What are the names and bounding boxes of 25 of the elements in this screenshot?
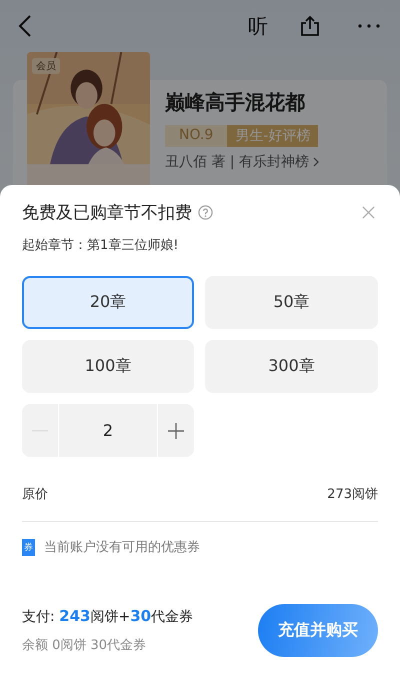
chapter-option[interactable]: 50章	[205, 276, 378, 329]
sheet-title: 免费及已购章节不扣费	[22, 202, 192, 224]
chevron-icon	[313, 157, 320, 167]
chapter-option[interactable]: 300章	[205, 340, 378, 393]
pay-summary: 支付: 243阅饼+30代金券	[22, 607, 194, 626]
book-title: 巅峰高手混花都	[165, 89, 305, 116]
plus-icon	[168, 422, 184, 438]
more-icon[interactable]	[358, 24, 380, 28]
author-line[interactable]: 丑八佰 著 | 有乐封神榜	[165, 153, 310, 171]
balance-text: 余额 0阅饼 30代金券	[22, 637, 148, 654]
share-icon[interactable]	[300, 15, 320, 37]
quantity-value[interactable]: 2	[58, 404, 158, 457]
chapter-option[interactable]: 100章	[22, 340, 194, 393]
close-icon[interactable]	[362, 206, 375, 219]
back-icon[interactable]	[18, 14, 32, 38]
listen-button[interactable]: 听	[248, 12, 268, 40]
help-icon[interactable]	[198, 205, 213, 220]
member-badge: 会员	[32, 58, 60, 74]
coupon-icon: 券	[22, 538, 35, 556]
price-value: 273阅饼	[327, 486, 378, 503]
coupon-text: 当前账户没有可用的优惠券	[44, 539, 200, 556]
price-label: 原价	[22, 486, 48, 503]
rank-tag: NO.9	[165, 125, 228, 147]
start-chapter: 起始章节：第1章三位师娘!	[22, 237, 180, 254]
chapter-option[interactable]: 20章	[22, 276, 194, 329]
